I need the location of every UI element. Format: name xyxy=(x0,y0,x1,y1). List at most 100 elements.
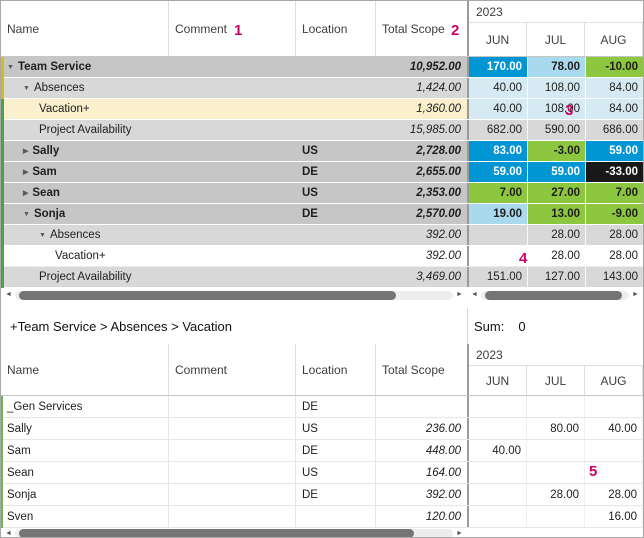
month-value-cell[interactable]: 40.00 xyxy=(469,440,527,461)
scroll-left-arrow-icon[interactable]: ◄ xyxy=(469,289,480,301)
month-value-cell[interactable] xyxy=(585,440,643,461)
month-value-cell[interactable]: 28.00 xyxy=(527,246,585,266)
month-value-cell[interactable]: 28.00 xyxy=(527,225,585,245)
month-value-cell[interactable]: 590.00 xyxy=(527,120,585,140)
month-value-cell[interactable]: 127.00 xyxy=(527,267,585,287)
month-value-cell[interactable]: 78.00 xyxy=(527,57,585,77)
month-value-cell[interactable] xyxy=(469,418,527,439)
table-row[interactable]: SonjaDE392.0028.0028.00 xyxy=(1,484,643,506)
top-right-horizontal-scrollbar[interactable]: ◄ ► xyxy=(467,289,643,301)
table-row[interactable]: SallyUS236.0080.0040.00 xyxy=(1,418,643,440)
month-value-cell[interactable]: -33.00 xyxy=(585,162,643,182)
month-value-cell[interactable]: 28.00 xyxy=(585,246,643,266)
collapse-arrow-icon[interactable]: ▼ xyxy=(23,85,30,92)
scrollbar-track[interactable] xyxy=(481,291,629,300)
table-row[interactable]: SamDE448.0040.00 xyxy=(1,440,643,462)
month-value-cell[interactable]: 40.00 xyxy=(585,418,643,439)
month-value-cell[interactable] xyxy=(527,462,585,483)
month-value-cell[interactable]: 7.00 xyxy=(585,183,643,203)
column-header-location[interactable]: Location xyxy=(296,344,376,395)
month-value-cell[interactable]: 108.00 xyxy=(527,78,585,98)
month-value-cell[interactable] xyxy=(469,462,527,483)
table-row[interactable]: ▼Absences392.0028.0028.00 xyxy=(1,225,643,246)
table-row[interactable]: _Gen ServicesDE xyxy=(1,396,643,418)
month-value-cell[interactable]: 16.00 xyxy=(585,506,643,527)
month-header-jul[interactable]: JUL xyxy=(527,23,585,56)
collapse-arrow-icon[interactable]: ▼ xyxy=(7,64,14,71)
table-row[interactable]: ▼Team Service10,952.00170.0078.00-10.00 xyxy=(1,57,643,78)
month-value-cell[interactable]: 59.00 xyxy=(469,162,527,182)
table-row[interactable]: Sven120.0016.00 xyxy=(1,506,643,528)
column-header-location[interactable]: Location xyxy=(296,1,376,56)
month-value-cell[interactable]: 59.00 xyxy=(527,162,585,182)
month-value-cell[interactable]: 151.00 xyxy=(469,267,527,287)
table-row[interactable]: Vacation+1,360.0040.00108.0084.00 xyxy=(1,99,643,120)
bottom-horizontal-scrollbar[interactable]: ◄ ► xyxy=(1,528,467,538)
month-value-cell[interactable]: 108.00 xyxy=(527,99,585,119)
month-value-cell[interactable] xyxy=(469,396,527,417)
breadcrumb[interactable]: +Team Service > Absences > Vacation xyxy=(10,319,232,334)
table-row[interactable]: ▼Absences1,424.0040.00108.0084.00 xyxy=(1,78,643,99)
scroll-right-arrow-icon[interactable]: ► xyxy=(630,289,641,301)
table-row[interactable]: ▶SallyUS2,728.0083.00-3.0059.00 xyxy=(1,141,643,162)
scrollbar-thumb[interactable] xyxy=(19,291,396,300)
month-value-cell[interactable] xyxy=(469,225,527,245)
expand-arrow-icon[interactable]: ▶ xyxy=(23,147,28,155)
column-header-comment[interactable]: Comment xyxy=(169,1,296,56)
month-header-jun[interactable]: JUN xyxy=(469,366,527,395)
month-value-cell[interactable]: 40.00 xyxy=(469,78,527,98)
month-value-cell[interactable]: -3.00 xyxy=(527,141,585,161)
scrollbar-track[interactable] xyxy=(15,291,453,300)
month-value-cell[interactable]: 80.00 xyxy=(527,418,585,439)
month-value-cell[interactable] xyxy=(469,484,527,505)
column-header-name[interactable]: Name xyxy=(1,344,169,395)
table-row[interactable]: Project Availability3,469.00151.00127.00… xyxy=(1,267,643,288)
month-header-aug[interactable]: AUG xyxy=(585,366,643,395)
scroll-left-arrow-icon[interactable]: ◄ xyxy=(3,528,14,538)
month-value-cell[interactable]: 84.00 xyxy=(585,99,643,119)
scrollbar-thumb[interactable] xyxy=(485,291,621,300)
month-value-cell[interactable]: 27.00 xyxy=(527,183,585,203)
month-value-cell[interactable]: 143.00 xyxy=(585,267,643,287)
scrollbar-thumb[interactable] xyxy=(19,529,413,538)
month-value-cell[interactable] xyxy=(469,506,527,527)
month-header-aug[interactable]: AUG xyxy=(585,23,643,56)
month-header-jun[interactable]: JUN xyxy=(469,23,527,56)
table-row[interactable]: ▶SamDE2,655.0059.0059.00-33.00 xyxy=(1,162,643,183)
collapse-arrow-icon[interactable]: ▼ xyxy=(23,211,30,218)
table-row[interactable]: ▶SeanUS2,353.007.0027.007.00 xyxy=(1,183,643,204)
month-value-cell[interactable] xyxy=(527,506,585,527)
month-value-cell[interactable]: 28.00 xyxy=(585,225,643,245)
month-header-jul[interactable]: JUL xyxy=(527,366,585,395)
month-value-cell[interactable] xyxy=(585,396,643,417)
table-row[interactable]: Project Availability15,985.00682.00590.0… xyxy=(1,120,643,141)
month-value-cell[interactable]: 28.00 xyxy=(585,484,643,505)
month-value-cell[interactable]: -9.00 xyxy=(585,204,643,224)
scroll-left-arrow-icon[interactable]: ◄ xyxy=(3,289,14,301)
month-value-cell[interactable]: 28.00 xyxy=(527,484,585,505)
month-value-cell[interactable]: 59.00 xyxy=(585,141,643,161)
table-row[interactable]: ▼SonjaDE2,570.0019.0013.00-9.00 xyxy=(1,204,643,225)
month-value-cell[interactable]: 170.00 xyxy=(469,57,527,77)
month-value-cell[interactable]: 682.00 xyxy=(469,120,527,140)
scroll-right-arrow-icon[interactable]: ► xyxy=(454,528,465,538)
month-value-cell[interactable]: 19.00 xyxy=(469,204,527,224)
month-value-cell[interactable]: 40.00 xyxy=(469,99,527,119)
column-header-comment[interactable]: Comment xyxy=(169,344,296,395)
month-value-cell[interactable]: 83.00 xyxy=(469,141,527,161)
month-value-cell[interactable]: 84.00 xyxy=(585,78,643,98)
expand-arrow-icon[interactable]: ▶ xyxy=(23,168,28,176)
month-value-cell[interactable]: 13.00 xyxy=(527,204,585,224)
scrollbar-track[interactable] xyxy=(15,529,453,538)
month-value-cell[interactable]: -10.00 xyxy=(585,57,643,77)
column-header-total-scope[interactable]: Total Scope xyxy=(376,344,467,395)
collapse-arrow-icon[interactable]: ▼ xyxy=(39,232,46,239)
month-value-cell[interactable]: 7.00 xyxy=(469,183,527,203)
table-row[interactable]: SeanUS164.00 xyxy=(1,462,643,484)
month-value-cell[interactable] xyxy=(527,440,585,461)
top-left-horizontal-scrollbar[interactable]: ◄ ► xyxy=(1,289,467,301)
column-header-name[interactable]: Name xyxy=(1,1,169,56)
month-value-cell[interactable] xyxy=(527,396,585,417)
table-row[interactable]: Vacation+392.0028.0028.00 xyxy=(1,246,643,267)
expand-arrow-icon[interactable]: ▶ xyxy=(23,189,28,197)
